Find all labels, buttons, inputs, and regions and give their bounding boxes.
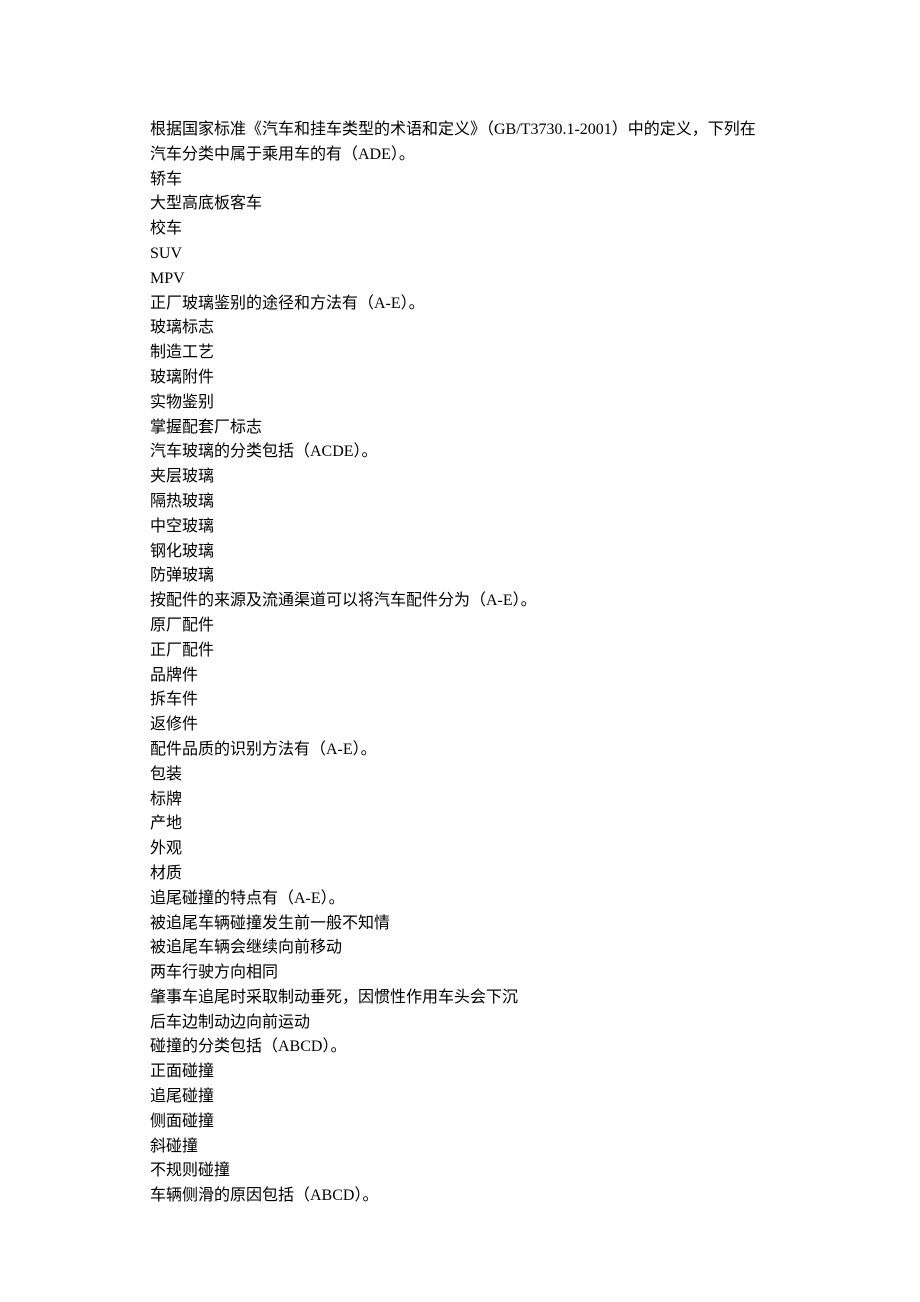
- question-option: 外观: [150, 837, 770, 862]
- question-option: 中空玻璃: [150, 515, 770, 540]
- question-option: 隔热玻璃: [150, 490, 770, 515]
- question-prompt: 配件品质的识别方法有（A-E）。: [150, 738, 770, 763]
- question-option: 后车边制动边向前运动: [150, 1011, 770, 1036]
- question-option: 包装: [150, 763, 770, 788]
- question-option: 实物鉴别: [150, 391, 770, 416]
- question-option: 不规则碰撞: [150, 1159, 770, 1184]
- question-option: 钢化玻璃: [150, 540, 770, 565]
- question-prompt: 按配件的来源及流通渠道可以将汽车配件分为（A-E）。: [150, 589, 770, 614]
- question-prompt: 根据国家标准《汽车和挂车类型的术语和定义》（GB/T3730.1-2001）中的…: [150, 118, 770, 168]
- question-option: 原厂配件: [150, 614, 770, 639]
- question-option: 正面碰撞: [150, 1060, 770, 1085]
- question-option: 轿车: [150, 168, 770, 193]
- question-option: 正厂配件: [150, 639, 770, 664]
- question-prompt: 碰撞的分类包括（ABCD）。: [150, 1035, 770, 1060]
- question-option: 校车: [150, 217, 770, 242]
- question-option: 制造工艺: [150, 341, 770, 366]
- question-option: 斜碰撞: [150, 1135, 770, 1160]
- question-option: 标牌: [150, 788, 770, 813]
- question-prompt: 车辆侧滑的原因包括（ABCD）。: [150, 1184, 770, 1209]
- question-option: 被追尾车辆碰撞发生前一般不知情: [150, 912, 770, 937]
- question-option: 玻璃标志: [150, 316, 770, 341]
- question-prompt: 汽车玻璃的分类包括（ACDE）。: [150, 440, 770, 465]
- question-option: 防弹玻璃: [150, 564, 770, 589]
- question-option: 材质: [150, 862, 770, 887]
- question-option: 品牌件: [150, 664, 770, 689]
- question-prompt: 正厂玻璃鉴别的途径和方法有（A-E）。: [150, 292, 770, 317]
- question-option: 玻璃附件: [150, 366, 770, 391]
- question-option: SUV: [150, 242, 770, 267]
- question-option: 肇事车追尾时采取制动垂死，因惯性作用车头会下沉: [150, 986, 770, 1011]
- question-option: 夹层玻璃: [150, 465, 770, 490]
- question-option: 返修件: [150, 713, 770, 738]
- question-option: 两车行驶方向相同: [150, 961, 770, 986]
- question-option: MPV: [150, 267, 770, 292]
- question-option: 侧面碰撞: [150, 1110, 770, 1135]
- document-page: 根据国家标准《汽车和挂车类型的术语和定义》（GB/T3730.1-2001）中的…: [0, 0, 920, 1302]
- question-option: 追尾碰撞: [150, 1085, 770, 1110]
- question-prompt: 追尾碰撞的特点有（A-E）。: [150, 887, 770, 912]
- question-option: 被追尾车辆会继续向前移动: [150, 936, 770, 961]
- question-option: 拆车件: [150, 688, 770, 713]
- question-option: 产地: [150, 812, 770, 837]
- question-option: 大型高底板客车: [150, 192, 770, 217]
- question-option: 掌握配套厂标志: [150, 416, 770, 441]
